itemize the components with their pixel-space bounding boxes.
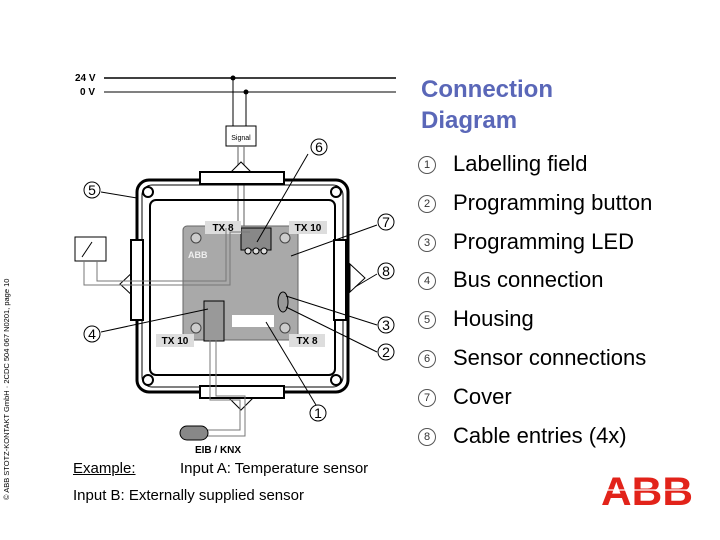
label-24v: 24 V — [75, 73, 96, 84]
svg-text:2: 2 — [382, 344, 390, 360]
callout-7: 7 — [377, 213, 395, 231]
tx10-label: TX 10 — [162, 336, 189, 347]
callout-6: 6 — [310, 138, 328, 156]
connection-diagram: 24 V 0 V Signal ABB TX 8 TX 10 TX 10 TX … — [74, 73, 396, 456]
svg-text:8: 8 — [382, 263, 390, 279]
callout-5: 5 — [83, 181, 101, 199]
svg-text:5: 5 — [88, 182, 96, 198]
svg-text:1: 1 — [314, 405, 322, 421]
device-brand: ABB — [188, 250, 208, 260]
callout-1: 1 — [309, 404, 327, 422]
svg-text:7: 7 — [382, 214, 390, 230]
svg-text:3: 3 — [382, 317, 390, 333]
bus-label: EIB / KNX — [195, 445, 241, 456]
device-cover: ABB TX 8 TX 10 TX 10 TX 8 — [156, 221, 327, 347]
svg-text:6: 6 — [315, 139, 323, 155]
abb-logo: ABB — [600, 472, 694, 508]
slide: © ABB STOTZ-KONTAKT GmbH · 2CDC 504 067 … — [0, 0, 720, 540]
supply-lines: 24 V 0 V — [75, 73, 396, 126]
tx8-label: TX 8 — [296, 336, 318, 347]
label-0v: 0 V — [80, 87, 95, 98]
callout-8: 8 — [377, 262, 395, 280]
callout-4: 4 — [83, 325, 101, 343]
example-label: Example: — [73, 460, 136, 477]
input-a-text: Input A: Temperature sensor — [180, 460, 369, 477]
input-b-text: Input B: Externally supplied sensor — [73, 487, 304, 504]
signal-label: Signal — [231, 135, 251, 142]
callout-2: 2 — [377, 343, 395, 361]
tx10-label: TX 10 — [295, 223, 322, 234]
callout-3: 3 — [377, 316, 395, 334]
svg-text:4: 4 — [88, 326, 96, 342]
